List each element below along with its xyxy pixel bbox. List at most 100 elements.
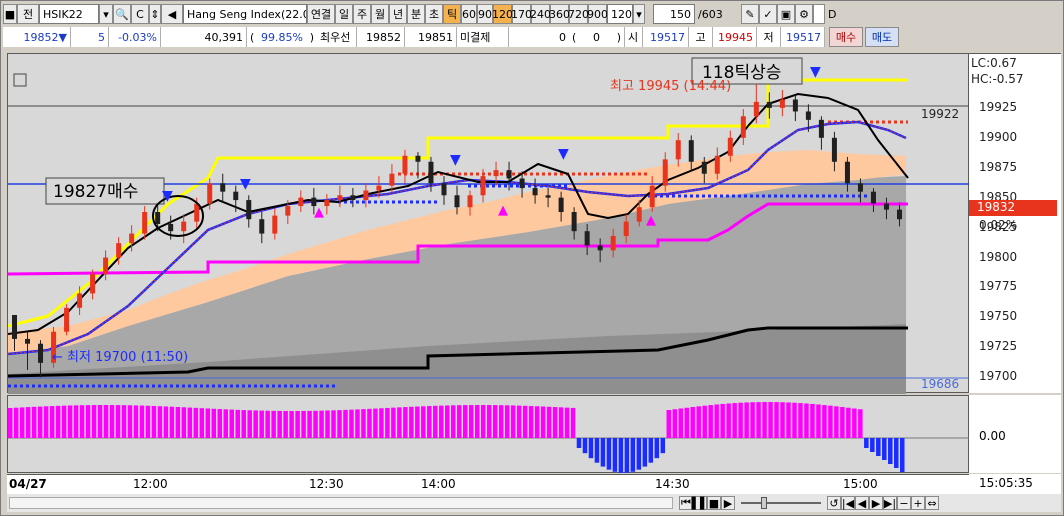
oscillator-bar — [876, 438, 881, 456]
continuous-button[interactable]: 연결 — [307, 4, 335, 24]
speed-slider[interactable] — [741, 497, 821, 509]
scroll-right-icon[interactable]: ▶ — [869, 496, 883, 510]
candle-body — [493, 170, 499, 177]
unsettled-value: 0 — [509, 27, 569, 47]
period-week-button[interactable]: 주 — [353, 4, 371, 24]
candle-body — [194, 203, 200, 222]
candle-body — [389, 173, 395, 186]
oscillator-bar — [552, 407, 558, 438]
oscillator-bar — [49, 406, 55, 438]
play-icon[interactable]: ▶ — [721, 496, 735, 510]
candle-body — [675, 140, 681, 160]
oscillator-bar — [654, 438, 660, 459]
tick-120-button[interactable]: 120 — [492, 4, 513, 24]
oscillator-bar — [439, 405, 444, 438]
oscillator-bar — [271, 410, 276, 438]
save-icon[interactable]: ▣ — [777, 4, 795, 24]
candle-body — [77, 293, 83, 308]
fit-icon[interactable]: ⇔ — [925, 496, 939, 510]
tools-icon[interactable]: ✎ — [741, 4, 759, 24]
scroll-end-icon[interactable]: ▶| — [883, 496, 897, 510]
up-arrow-icon: ▲ — [498, 203, 508, 218]
oscillator-bar — [433, 405, 438, 438]
candle-body — [753, 101, 759, 117]
search-icon[interactable]: 🔍 — [113, 4, 131, 24]
candle-body — [532, 188, 538, 196]
candle-body — [623, 221, 629, 236]
up-arrow-icon: ▲ — [314, 205, 324, 220]
tick-select[interactable]: 120 — [607, 4, 633, 24]
candle-body — [506, 170, 512, 179]
tick-360-button[interactable]: 360 — [549, 4, 570, 24]
sell-button[interactable]: 매도 — [865, 27, 899, 47]
candle-body — [350, 195, 356, 201]
stop-icon[interactable]: ■ — [707, 496, 721, 510]
compare-icon[interactable]: C — [131, 4, 149, 24]
oscillator-bar — [445, 405, 450, 438]
type-selector[interactable]: 전 — [17, 4, 39, 24]
oscillator-bar — [594, 438, 600, 463]
tick-170-button[interactable]: 170 — [511, 4, 532, 24]
unsettled-label: 미결제 — [457, 27, 509, 47]
scroll-start-icon[interactable]: |◀ — [841, 496, 855, 510]
oscillator-bar — [798, 403, 803, 438]
oscillator-bar — [121, 405, 127, 438]
candle-body — [597, 245, 603, 251]
reset-icon[interactable]: ↺ — [827, 496, 841, 510]
expand-toggle-button[interactable]: ■ — [3, 4, 17, 24]
tick-60-button[interactable]: 60 — [461, 4, 477, 24]
period-tick-button[interactable]: 틱 — [443, 4, 461, 24]
tick-90-button[interactable]: 90 — [477, 4, 493, 24]
period-minute-button[interactable]: 분 — [407, 4, 425, 24]
high-label: 고 — [689, 27, 713, 47]
oscillator-bar — [714, 404, 719, 438]
tick-720-button[interactable]: 720 — [568, 4, 589, 24]
tick-240-button[interactable]: 240 — [530, 4, 551, 24]
oscillator-bar — [8, 408, 13, 438]
gear-icon[interactable]: ⚙ — [795, 4, 813, 24]
chart-menu-icon[interactable] — [13, 73, 27, 87]
oscillator-bar — [732, 403, 737, 438]
candle-body — [792, 99, 798, 112]
index-name-field[interactable]: Hang Seng Index(22.0 — [183, 4, 307, 24]
horizontal-scrollbar[interactable] — [9, 497, 673, 509]
oscillator-panel[interactable] — [7, 395, 970, 473]
oscillator-bar — [486, 405, 492, 438]
indicator-icon[interactable]: ✓ — [759, 4, 777, 24]
oscillator-bar — [421, 406, 426, 438]
oscillator-bar — [151, 405, 157, 438]
spinner-icon[interactable]: ⇕ — [149, 4, 161, 24]
candle-body — [402, 155, 408, 174]
oscillator-bar — [684, 407, 689, 438]
tick-dropdown-icon[interactable]: ▾ — [633, 4, 645, 24]
oscillator-bar — [331, 410, 336, 438]
oscillator-bar — [582, 438, 588, 454]
buy-button[interactable]: 매수 — [829, 27, 863, 47]
price-tick-label: 19750 — [979, 309, 1018, 324]
scroll-left-icon[interactable]: ◀ — [855, 496, 869, 510]
sound-icon[interactable]: ◀ — [161, 4, 183, 24]
d-checkbox[interactable] — [813, 4, 825, 24]
period-day-button[interactable]: 일 — [335, 4, 353, 24]
symbol-dropdown-icon[interactable]: ▾ — [99, 4, 113, 24]
period-month-button[interactable]: 월 — [371, 4, 389, 24]
tick-900-button[interactable]: 900 — [587, 4, 608, 24]
symbol-input[interactable]: HSIK22 — [39, 4, 99, 24]
candle-body — [805, 111, 811, 120]
oscillator-bar — [534, 406, 540, 438]
price-chart[interactable]: 19827매수 118틱상승 최고 19945 (14:44) ← 최저 197… — [7, 53, 970, 394]
period-year-button[interactable]: 년 — [389, 4, 407, 24]
oscillator-svg — [8, 402, 970, 473]
price-chart-svg[interactable]: 19827매수 118틱상승 최고 19945 (14:44) ← 최저 197… — [7, 54, 970, 394]
oscillator-bar — [367, 408, 372, 438]
oscillator-bar — [588, 438, 594, 459]
period-second-button[interactable]: 초 — [425, 4, 443, 24]
count-input[interactable]: 150 — [653, 4, 695, 24]
oscillator-bar — [750, 402, 755, 438]
zoom-in-icon[interactable]: + — [911, 496, 925, 510]
candle-body — [519, 178, 525, 189]
candle-body — [870, 191, 876, 204]
zoom-out-icon[interactable]: − — [897, 496, 911, 510]
pause-icon[interactable]: ▌▌ — [692, 496, 708, 510]
oscillator-bar — [391, 407, 396, 438]
